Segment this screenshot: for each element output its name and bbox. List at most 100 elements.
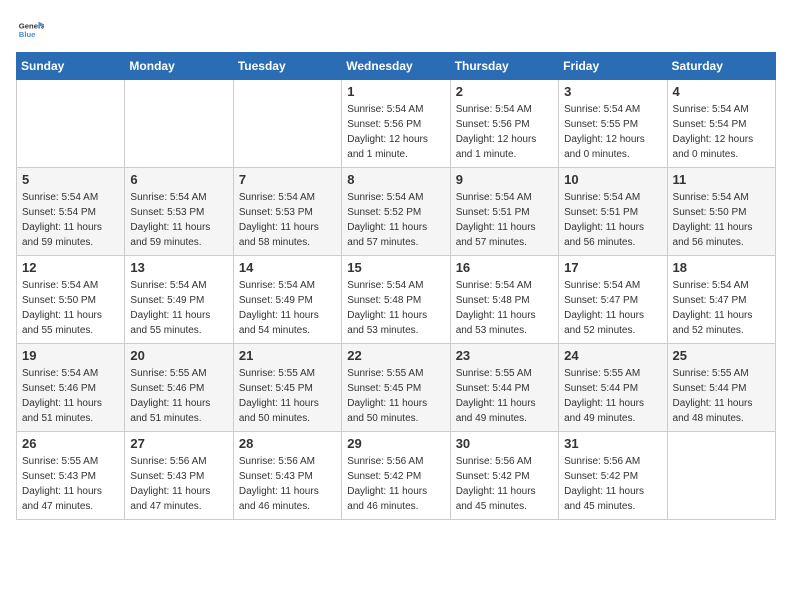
- weekday-header: Tuesday: [233, 53, 341, 80]
- calendar-cell: 12 Sunrise: 5:54 AM Sunset: 5:50 PM Dayli…: [17, 256, 125, 344]
- weekday-header: Saturday: [667, 53, 775, 80]
- day-info: Sunrise: 5:55 AM Sunset: 5:44 PM Dayligh…: [564, 366, 661, 426]
- calendar-cell: 18 Sunrise: 5:54 AM Sunset: 5:47 PM Dayli…: [667, 256, 775, 344]
- day-info: Sunrise: 5:56 AM Sunset: 5:43 PM Dayligh…: [130, 454, 227, 514]
- calendar-cell: 6 Sunrise: 5:54 AM Sunset: 5:53 PM Daylig…: [125, 168, 233, 256]
- day-info: Sunrise: 5:55 AM Sunset: 5:45 PM Dayligh…: [239, 366, 336, 426]
- calendar-cell: [667, 432, 775, 520]
- day-number: 3: [564, 84, 661, 99]
- calendar-week-row: 19 Sunrise: 5:54 AM Sunset: 5:46 PM Dayli…: [17, 344, 776, 432]
- day-number: 30: [456, 436, 553, 451]
- day-info: Sunrise: 5:56 AM Sunset: 5:42 PM Dayligh…: [564, 454, 661, 514]
- day-number: 13: [130, 260, 227, 275]
- calendar-cell: 17 Sunrise: 5:54 AM Sunset: 5:47 PM Dayli…: [559, 256, 667, 344]
- calendar-cell: 10 Sunrise: 5:54 AM Sunset: 5:51 PM Dayli…: [559, 168, 667, 256]
- day-info: Sunrise: 5:54 AM Sunset: 5:54 PM Dayligh…: [673, 102, 770, 162]
- day-info: Sunrise: 5:54 AM Sunset: 5:49 PM Dayligh…: [130, 278, 227, 338]
- calendar-cell: 13 Sunrise: 5:54 AM Sunset: 5:49 PM Dayli…: [125, 256, 233, 344]
- day-info: Sunrise: 5:55 AM Sunset: 5:44 PM Dayligh…: [673, 366, 770, 426]
- calendar-cell: 8 Sunrise: 5:54 AM Sunset: 5:52 PM Daylig…: [342, 168, 450, 256]
- calendar-cell: 28 Sunrise: 5:56 AM Sunset: 5:43 PM Dayli…: [233, 432, 341, 520]
- day-number: 28: [239, 436, 336, 451]
- day-number: 12: [22, 260, 119, 275]
- day-info: Sunrise: 5:54 AM Sunset: 5:47 PM Dayligh…: [564, 278, 661, 338]
- day-number: 22: [347, 348, 444, 363]
- calendar-cell: 7Sunrise: 5:54 AM Sunset: 5:53 PM Daylig…: [233, 168, 341, 256]
- weekday-header: Monday: [125, 53, 233, 80]
- day-number: 2: [456, 84, 553, 99]
- calendar-cell: 14Sunrise: 5:54 AM Sunset: 5:49 PM Dayli…: [233, 256, 341, 344]
- day-info: Sunrise: 5:56 AM Sunset: 5:42 PM Dayligh…: [456, 454, 553, 514]
- day-info: Sunrise: 5:55 AM Sunset: 5:43 PM Dayligh…: [22, 454, 119, 514]
- weekday-header: Thursday: [450, 53, 558, 80]
- day-info: Sunrise: 5:54 AM Sunset: 5:46 PM Dayligh…: [22, 366, 119, 426]
- weekday-header-row: SundayMondayTuesdayWednesdayThursdayFrid…: [17, 53, 776, 80]
- day-info: Sunrise: 5:54 AM Sunset: 5:56 PM Dayligh…: [347, 102, 444, 162]
- day-number: 16: [456, 260, 553, 275]
- day-number: 27: [130, 436, 227, 451]
- calendar-week-row: 1 Sunrise: 5:54 AM Sunset: 5:56 PM Daylig…: [17, 80, 776, 168]
- calendar-cell: 11 Sunrise: 5:54 AM Sunset: 5:50 PM Dayli…: [667, 168, 775, 256]
- day-number: 5: [22, 172, 119, 187]
- page-header: General Blue: [16, 16, 776, 44]
- day-number: 9: [456, 172, 553, 187]
- weekday-header: Friday: [559, 53, 667, 80]
- calendar-week-row: 26 Sunrise: 5:55 AM Sunset: 5:43 PM Dayli…: [17, 432, 776, 520]
- day-number: 24: [564, 348, 661, 363]
- day-number: 21: [239, 348, 336, 363]
- day-info: Sunrise: 5:55 AM Sunset: 5:44 PM Dayligh…: [456, 366, 553, 426]
- day-info: Sunrise: 5:54 AM Sunset: 5:54 PM Dayligh…: [22, 190, 119, 250]
- logo: General Blue: [16, 16, 48, 44]
- weekday-header: Sunday: [17, 53, 125, 80]
- day-info: Sunrise: 5:54 AM Sunset: 5:49 PM Dayligh…: [239, 278, 336, 338]
- day-number: 20: [130, 348, 227, 363]
- day-info: Sunrise: 5:54 AM Sunset: 5:48 PM Dayligh…: [347, 278, 444, 338]
- day-number: 4: [673, 84, 770, 99]
- calendar-cell: 27 Sunrise: 5:56 AM Sunset: 5:43 PM Dayli…: [125, 432, 233, 520]
- day-info: Sunrise: 5:56 AM Sunset: 5:43 PM Dayligh…: [239, 454, 336, 514]
- day-number: 8: [347, 172, 444, 187]
- calendar-week-row: 5 Sunrise: 5:54 AM Sunset: 5:54 PM Daylig…: [17, 168, 776, 256]
- calendar-cell: 29 Sunrise: 5:56 AM Sunset: 5:42 PM Dayli…: [342, 432, 450, 520]
- calendar-cell: 9 Sunrise: 5:54 AM Sunset: 5:51 PM Daylig…: [450, 168, 558, 256]
- day-number: 1: [347, 84, 444, 99]
- calendar-cell: 24 Sunrise: 5:55 AM Sunset: 5:44 PM Dayli…: [559, 344, 667, 432]
- day-info: Sunrise: 5:54 AM Sunset: 5:50 PM Dayligh…: [22, 278, 119, 338]
- calendar-cell: 19 Sunrise: 5:54 AM Sunset: 5:46 PM Dayli…: [17, 344, 125, 432]
- calendar-week-row: 12 Sunrise: 5:54 AM Sunset: 5:50 PM Dayli…: [17, 256, 776, 344]
- day-number: 31: [564, 436, 661, 451]
- day-number: 25: [673, 348, 770, 363]
- calendar-cell: 22 Sunrise: 5:55 AM Sunset: 5:45 PM Dayli…: [342, 344, 450, 432]
- day-info: Sunrise: 5:54 AM Sunset: 5:53 PM Dayligh…: [239, 190, 336, 250]
- day-number: 6: [130, 172, 227, 187]
- svg-text:Blue: Blue: [19, 30, 36, 39]
- calendar-cell: 26 Sunrise: 5:55 AM Sunset: 5:43 PM Dayli…: [17, 432, 125, 520]
- day-info: Sunrise: 5:54 AM Sunset: 5:51 PM Dayligh…: [564, 190, 661, 250]
- day-number: 11: [673, 172, 770, 187]
- day-info: Sunrise: 5:55 AM Sunset: 5:46 PM Dayligh…: [130, 366, 227, 426]
- calendar-cell: 30 Sunrise: 5:56 AM Sunset: 5:42 PM Dayli…: [450, 432, 558, 520]
- calendar-cell: 20 Sunrise: 5:55 AM Sunset: 5:46 PM Dayli…: [125, 344, 233, 432]
- day-number: 29: [347, 436, 444, 451]
- day-number: 19: [22, 348, 119, 363]
- weekday-header: Wednesday: [342, 53, 450, 80]
- day-info: Sunrise: 5:54 AM Sunset: 5:56 PM Dayligh…: [456, 102, 553, 162]
- day-info: Sunrise: 5:54 AM Sunset: 5:47 PM Dayligh…: [673, 278, 770, 338]
- day-info: Sunrise: 5:56 AM Sunset: 5:42 PM Dayligh…: [347, 454, 444, 514]
- calendar-cell: [17, 80, 125, 168]
- calendar-cell: 21 Sunrise: 5:55 AM Sunset: 5:45 PM Dayli…: [233, 344, 341, 432]
- day-number: 18: [673, 260, 770, 275]
- day-number: 17: [564, 260, 661, 275]
- day-info: Sunrise: 5:55 AM Sunset: 5:45 PM Dayligh…: [347, 366, 444, 426]
- day-info: Sunrise: 5:54 AM Sunset: 5:52 PM Dayligh…: [347, 190, 444, 250]
- day-info: Sunrise: 5:54 AM Sunset: 5:51 PM Dayligh…: [456, 190, 553, 250]
- calendar-cell: [233, 80, 341, 168]
- calendar-cell: 25 Sunrise: 5:55 AM Sunset: 5:44 PM Dayli…: [667, 344, 775, 432]
- day-info: Sunrise: 5:54 AM Sunset: 5:50 PM Dayligh…: [673, 190, 770, 250]
- calendar-cell: 4 Sunrise: 5:54 AM Sunset: 5:54 PM Daylig…: [667, 80, 775, 168]
- day-info: Sunrise: 5:54 AM Sunset: 5:53 PM Dayligh…: [130, 190, 227, 250]
- day-info: Sunrise: 5:54 AM Sunset: 5:48 PM Dayligh…: [456, 278, 553, 338]
- day-number: 26: [22, 436, 119, 451]
- day-number: 10: [564, 172, 661, 187]
- day-info: Sunrise: 5:54 AM Sunset: 5:55 PM Dayligh…: [564, 102, 661, 162]
